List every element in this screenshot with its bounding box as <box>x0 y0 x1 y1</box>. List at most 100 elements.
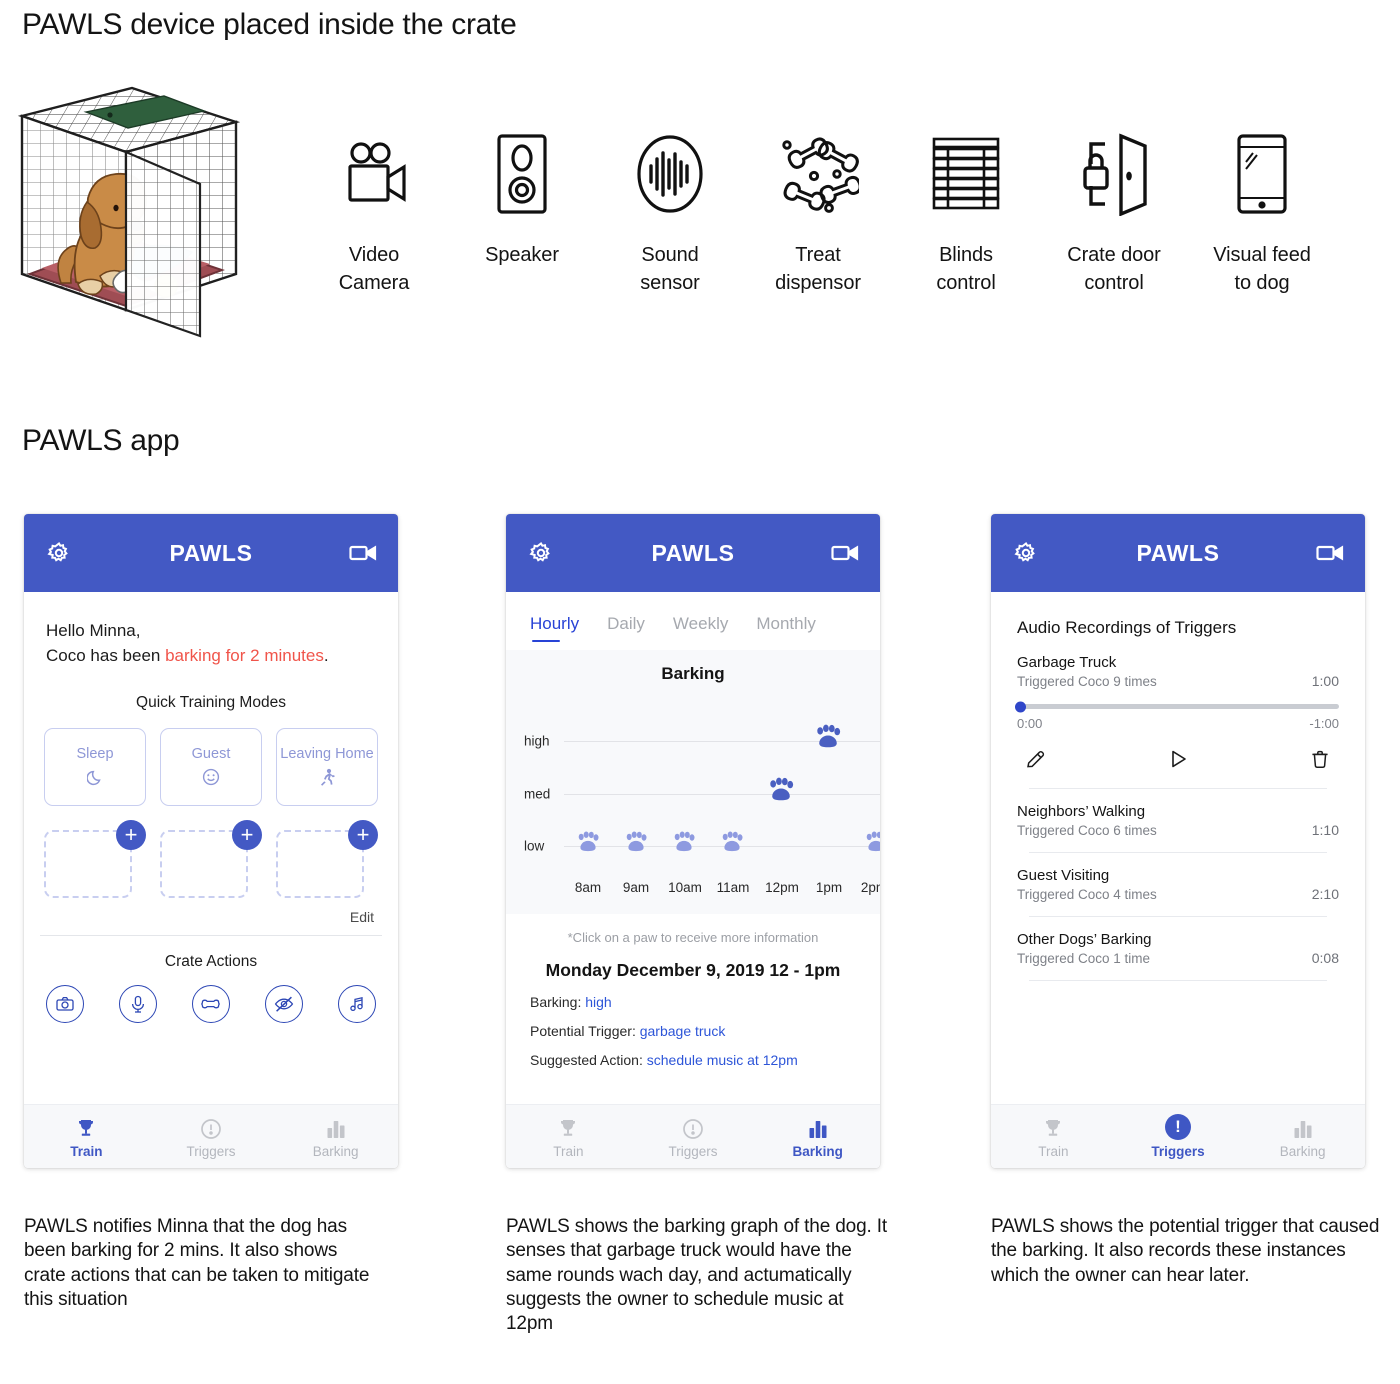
detail-label: Potential Trigger: <box>530 1023 636 1039</box>
recording-item-neighbors-walking[interactable]: Neighbors’ Walking Triggered Coco 6 time… <box>991 789 1365 853</box>
crate-actions-title: Crate Actions <box>164 953 258 971</box>
tab-triggers[interactable]: Triggers <box>149 1114 274 1159</box>
tab-label: Triggers <box>668 1144 718 1159</box>
caption-phone-3: PAWLS shows the potential trigger that c… <box>991 1216 1380 1286</box>
bone-treat-icon[interactable] <box>192 985 230 1024</box>
add-mode-button[interactable]: + <box>348 820 378 851</box>
paw-marker-9am[interactable] <box>623 831 649 861</box>
gear-icon[interactable] <box>44 538 74 568</box>
feature-label: Treat dispensor <box>775 244 861 294</box>
detail-value[interactable]: high <box>585 994 611 1010</box>
audio-timestamps: 0:00 -1:00 <box>1017 716 1339 731</box>
tab-barking[interactable]: Barking <box>755 1114 880 1159</box>
recording-item-guest-visiting[interactable]: Guest Visiting Triggered Coco 4 times 2:… <box>991 853 1365 917</box>
recording-title-group: Guest Visiting Triggered Coco 4 times <box>1017 867 1157 902</box>
tab-label: Train <box>1038 1144 1069 1159</box>
detail-value[interactable]: garbage truck <box>640 1023 726 1039</box>
app-header: PAWLS <box>991 514 1365 592</box>
tab-label: Triggers <box>186 1144 236 1159</box>
tab-hourly[interactable]: Hourly <box>530 614 579 643</box>
tab-barking[interactable]: Barking <box>1240 1114 1365 1159</box>
app-title: PAWLS <box>169 539 253 566</box>
add-mode-button[interactable]: + <box>116 820 146 851</box>
caption-phone-1: PAWLS notifies Minna that the dog has be… <box>24 1216 370 1310</box>
audio-scrubber[interactable] <box>1015 701 1339 712</box>
pencil-edit-icon[interactable] <box>1021 744 1051 774</box>
mode-card-guest[interactable]: Guest <box>160 728 262 807</box>
microphone-icon[interactable] <box>119 985 157 1024</box>
phone-mockup-barking: PAWLS Hourly Daily Weekly Monthly Barkin… <box>506 514 880 1168</box>
recording-header: Other Dogs’ Barking Triggered Coco 1 tim… <box>1017 931 1339 966</box>
greeting-line-2-post: . <box>323 645 329 665</box>
add-mode-button[interactable]: + <box>232 820 262 851</box>
quick-training-modes-grid: Sleep Guest Leaving Home <box>44 728 378 807</box>
elapsed-time: 0:00 <box>1017 716 1043 731</box>
poster-page: PAWLS device placed inside the crate Vid… <box>0 0 1400 1384</box>
tab-train[interactable]: Train <box>991 1114 1116 1159</box>
scrubber-handle[interactable] <box>1015 701 1026 712</box>
gridline-med <box>564 793 880 795</box>
greeting-line-2-pre: Coco has been <box>46 645 166 665</box>
recording-name: Garbage Truck <box>1017 654 1117 671</box>
recording-item-other-dogs-barking[interactable]: Other Dogs’ Barking Triggered Coco 1 tim… <box>991 917 1365 981</box>
gear-icon[interactable] <box>1011 538 1041 568</box>
paw-marker-10am[interactable] <box>671 831 697 861</box>
paw-marker-12pm[interactable] <box>766 777 796 810</box>
treat-dispensor-icon <box>777 128 859 220</box>
add-mode-slot[interactable]: + <box>44 820 146 899</box>
video-camera-icon[interactable] <box>348 538 378 568</box>
mode-card-sleep[interactable]: Sleep <box>44 728 146 807</box>
paw-marker-8am[interactable] <box>575 831 601 861</box>
mode-label: Sleep <box>76 746 114 763</box>
tab-daily[interactable]: Daily <box>607 614 645 642</box>
chart-x-axis: 8am 9am 10am 11am 12pm 1pm 2pm <box>506 880 880 902</box>
recording-title-group: Garbage Truck Triggered Coco 9 times <box>1017 654 1157 689</box>
tab-train[interactable]: Train <box>506 1114 631 1159</box>
detail-value[interactable]: schedule music at 12pm <box>647 1052 798 1068</box>
recording-item-garbage-truck[interactable]: Garbage Truck Triggered Coco 9 times 1:0… <box>991 654 1365 789</box>
video-camera-icon[interactable] <box>1315 538 1345 568</box>
add-mode-slot[interactable]: + <box>160 820 262 899</box>
play-icon[interactable] <box>1163 744 1193 774</box>
feature-label: Speaker <box>485 244 559 266</box>
recording-subtitle: Triggered Coco 1 time <box>1017 951 1151 966</box>
quick-training-modes-title: Quick Training Modes <box>136 694 286 712</box>
music-note-icon[interactable] <box>338 985 376 1024</box>
triggers-screen-body: Audio Recordings of Triggers Garbage Tru… <box>991 592 1365 1104</box>
app-section-heading: PAWLS app <box>22 424 180 457</box>
tab-weekly[interactable]: Weekly <box>673 614 728 642</box>
tab-label: Train <box>70 1144 103 1159</box>
camera-icon[interactable] <box>46 985 84 1024</box>
tab-monthly[interactable]: Monthly <box>756 614 816 642</box>
device-section-heading: PAWLS device placed inside the crate <box>22 8 517 41</box>
alert-circle-badge-icon: ! <box>1165 1114 1191 1140</box>
gear-icon[interactable] <box>526 538 556 568</box>
recording-name: Neighbors’ Walking <box>1017 803 1146 820</box>
tab-triggers[interactable]: Triggers <box>631 1114 756 1159</box>
bar-chart-icon <box>325 1114 347 1140</box>
trophy-icon <box>1042 1114 1064 1140</box>
tab-label: Triggers <box>1151 1144 1205 1159</box>
recording-subtitle: Triggered Coco 4 times <box>1017 887 1157 902</box>
sound-sensor-icon <box>633 128 707 220</box>
video-camera-icon[interactable] <box>830 538 860 568</box>
trash-delete-icon[interactable] <box>1305 744 1335 774</box>
edit-modes-link[interactable]: Edit <box>24 909 374 925</box>
bottom-tab-bar: Train Triggers Barking <box>506 1104 880 1168</box>
add-mode-slot[interactable]: + <box>276 820 378 899</box>
recording-title-group: Other Dogs’ Barking Triggered Coco 1 tim… <box>1017 931 1152 966</box>
alert-badge: ! <box>1165 1114 1191 1140</box>
mode-card-leaving-home[interactable]: Leaving Home <box>276 728 378 807</box>
detail-label: Suggested Action: <box>530 1052 643 1068</box>
feature-crate-door-control: Crate door control <box>1040 128 1188 297</box>
running-person-icon <box>319 766 335 788</box>
tab-barking[interactable]: Barking <box>273 1114 398 1159</box>
tab-train[interactable]: Train <box>24 1114 149 1159</box>
paw-marker-1pm[interactable] <box>813 724 843 757</box>
paw-marker-11am[interactable] <box>719 831 745 861</box>
eye-off-icon[interactable] <box>265 985 303 1024</box>
recording-title-group: Neighbors’ Walking Triggered Coco 6 time… <box>1017 803 1157 838</box>
video-camera-icon <box>336 128 412 220</box>
paw-marker-2pm[interactable] <box>863 831 880 861</box>
tab-triggers[interactable]: ! Triggers <box>1116 1114 1241 1159</box>
